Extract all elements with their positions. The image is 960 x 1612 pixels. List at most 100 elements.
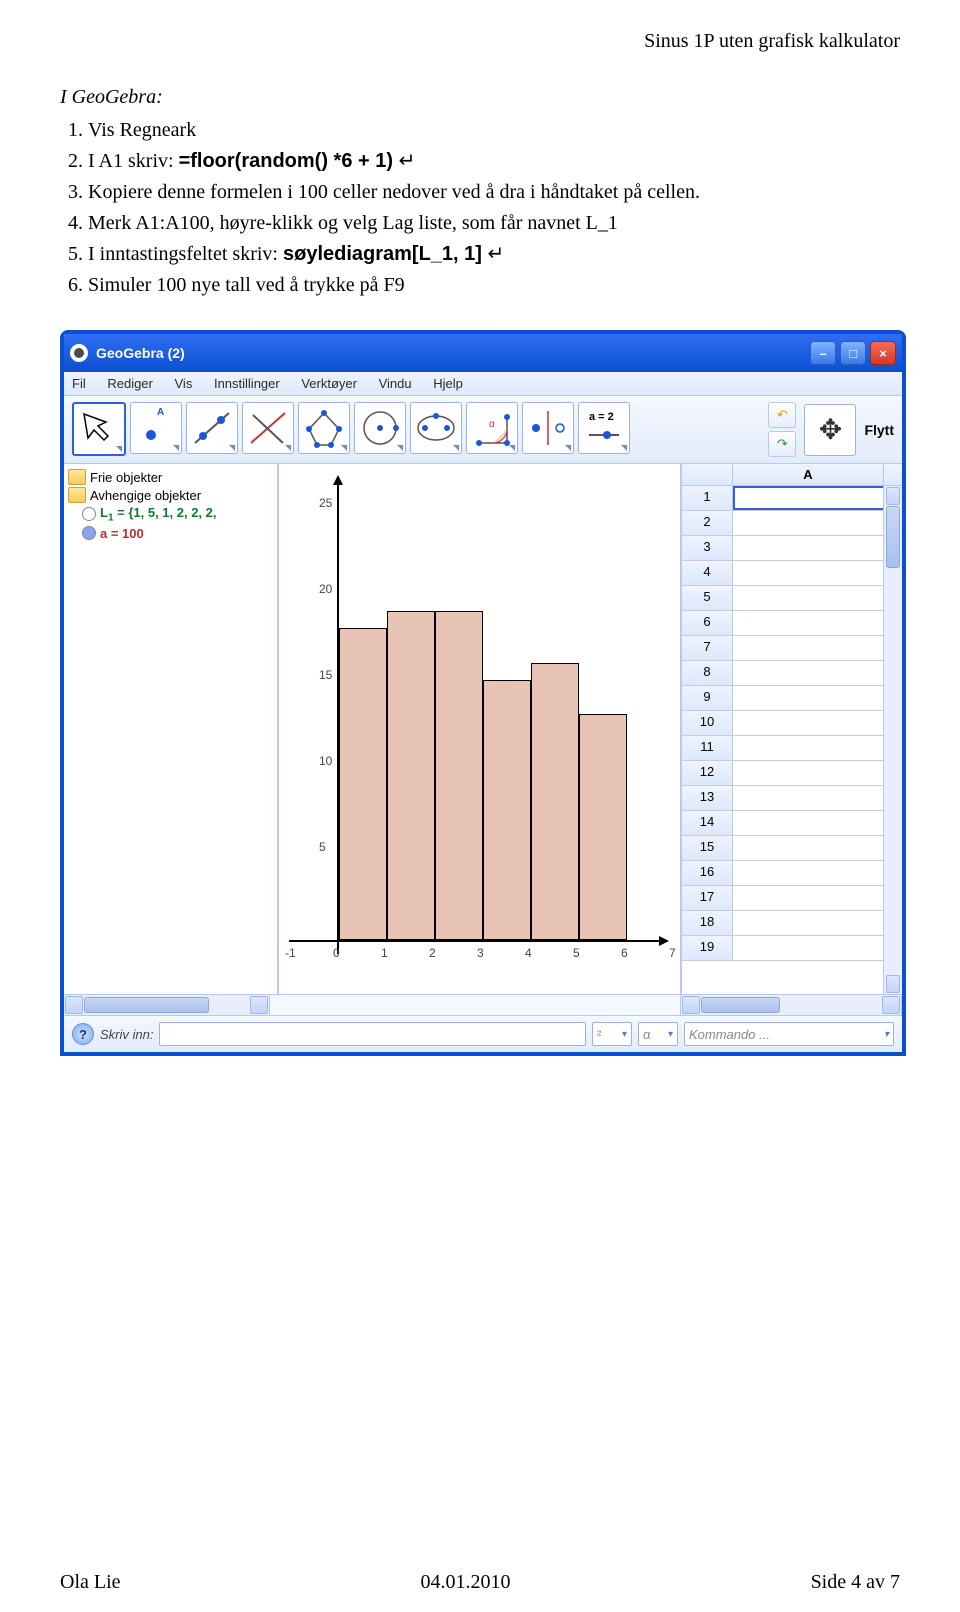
row-header[interactable]: 11 bbox=[682, 736, 733, 760]
row-header[interactable]: 2 bbox=[682, 511, 733, 535]
tool-conic[interactable] bbox=[410, 402, 462, 454]
cell-value[interactable]: 1 bbox=[733, 886, 902, 910]
maximize-button[interactable]: □ bbox=[840, 341, 866, 365]
row-header[interactable]: 13 bbox=[682, 786, 733, 810]
menu-vis[interactable]: Vis bbox=[175, 376, 193, 391]
cell-value[interactable]: 4 bbox=[733, 736, 902, 760]
cell-value[interactable]: 3 bbox=[733, 711, 902, 735]
row-header[interactable]: 3 bbox=[682, 536, 733, 560]
tool-reflect[interactable] bbox=[522, 402, 574, 454]
table-row[interactable]: 142 bbox=[682, 811, 902, 836]
scroll-thumb[interactable] bbox=[886, 506, 900, 568]
tool-move[interactable] bbox=[72, 402, 126, 456]
table-row[interactable]: 155 bbox=[682, 836, 902, 861]
table-row[interactable]: 195 bbox=[682, 936, 902, 961]
greek-dropdown[interactable]: α▾ bbox=[638, 1022, 678, 1046]
tool-angle[interactable]: α bbox=[466, 402, 518, 454]
cell-value[interactable]: 5 bbox=[733, 511, 902, 535]
ss-corner[interactable] bbox=[682, 464, 733, 485]
table-row[interactable]: 114 bbox=[682, 736, 902, 761]
cell-value[interactable]: 2 bbox=[733, 661, 902, 685]
tool-polygon[interactable] bbox=[298, 402, 350, 454]
table-row[interactable]: 91 bbox=[682, 686, 902, 711]
row-header[interactable]: 5 bbox=[682, 586, 733, 610]
menu-rediger[interactable]: Rediger bbox=[107, 376, 153, 391]
cell-value[interactable]: 1 bbox=[733, 486, 902, 510]
table-row[interactable]: 103 bbox=[682, 711, 902, 736]
row-header[interactable]: 1 bbox=[682, 486, 733, 510]
scroll-up-icon[interactable] bbox=[886, 487, 900, 505]
cell-value[interactable]: 5 bbox=[733, 836, 902, 860]
row-header[interactable]: 7 bbox=[682, 636, 733, 660]
table-row[interactable]: 75 bbox=[682, 636, 902, 661]
move-mode-icon[interactable]: ✥ bbox=[804, 404, 856, 456]
table-row[interactable]: 42 bbox=[682, 561, 902, 586]
vertical-scrollbar[interactable] bbox=[883, 486, 902, 994]
algebra-var-a[interactable]: a = 100 bbox=[100, 526, 144, 541]
table-row[interactable]: 11 bbox=[682, 486, 902, 511]
menu-verktoyer[interactable]: Verktøyer bbox=[301, 376, 357, 391]
scroll-right-icon[interactable] bbox=[250, 996, 268, 1014]
row-header[interactable]: 16 bbox=[682, 861, 733, 885]
table-row[interactable]: 62 bbox=[682, 611, 902, 636]
tool-slider[interactable]: a = 2 bbox=[578, 402, 630, 454]
table-row[interactable]: 31 bbox=[682, 536, 902, 561]
cell-value[interactable]: 1 bbox=[733, 536, 902, 560]
object-node-icon[interactable] bbox=[82, 507, 96, 521]
table-row[interactable]: 161 bbox=[682, 861, 902, 886]
row-header[interactable]: 6 bbox=[682, 611, 733, 635]
table-row[interactable]: 52 bbox=[682, 586, 902, 611]
ss-col-header-A[interactable]: A bbox=[733, 464, 884, 485]
algebra-list-L1[interactable]: L1 = {1, 5, 1, 2, 2, 2, bbox=[100, 505, 217, 524]
menu-hjelp[interactable]: Hjelp bbox=[433, 376, 463, 391]
tool-circle[interactable] bbox=[354, 402, 406, 454]
row-header[interactable]: 9 bbox=[682, 686, 733, 710]
symbol-dropdown[interactable]: ²▾ bbox=[592, 1022, 632, 1046]
row-header[interactable]: 15 bbox=[682, 836, 733, 860]
cell-value[interactable]: 2 bbox=[733, 611, 902, 635]
object-node-icon[interactable] bbox=[82, 526, 96, 540]
table-row[interactable]: 123 bbox=[682, 761, 902, 786]
row-header[interactable]: 12 bbox=[682, 761, 733, 785]
redo-button[interactable]: ↷ bbox=[768, 431, 796, 457]
row-header[interactable]: 4 bbox=[682, 561, 733, 585]
cell-value[interactable]: 5 bbox=[733, 936, 902, 960]
algebra-hscroll[interactable] bbox=[64, 995, 270, 1015]
table-row[interactable]: 25 bbox=[682, 511, 902, 536]
tool-perpendicular[interactable] bbox=[242, 402, 294, 454]
row-header[interactable]: 19 bbox=[682, 936, 733, 960]
spreadsheet-body[interactable]: 1125314252627582911031141231341421551611… bbox=[682, 486, 902, 994]
help-icon[interactable]: ? bbox=[72, 1023, 94, 1045]
cell-value[interactable]: 6 bbox=[733, 911, 902, 935]
algebra-free-objects[interactable]: Frie objekter bbox=[90, 470, 162, 485]
cell-value[interactable]: 5 bbox=[733, 636, 902, 660]
row-header[interactable]: 14 bbox=[682, 811, 733, 835]
table-row[interactable]: 82 bbox=[682, 661, 902, 686]
scroll-left-icon[interactable] bbox=[682, 996, 700, 1014]
cell-value[interactable]: 3 bbox=[733, 761, 902, 785]
scroll-down-icon[interactable] bbox=[886, 975, 900, 993]
minimize-button[interactable]: – bbox=[810, 341, 836, 365]
graphics-view[interactable]: 5 10 15 20 25 -1 0 1 2 3 4 5 6 7 a = 100 bbox=[279, 464, 680, 994]
table-row[interactable]: 186 bbox=[682, 911, 902, 936]
spreadsheet-hscroll[interactable] bbox=[681, 995, 902, 1015]
cell-value[interactable]: 2 bbox=[733, 811, 902, 835]
tool-point[interactable]: A bbox=[130, 402, 182, 454]
table-row[interactable]: 171 bbox=[682, 886, 902, 911]
tool-line[interactable] bbox=[186, 402, 238, 454]
algebra-dependent-objects[interactable]: Avhengige objekter bbox=[90, 488, 201, 503]
scroll-left-icon[interactable] bbox=[65, 996, 83, 1014]
menu-innstillinger[interactable]: Innstillinger bbox=[214, 376, 280, 391]
titlebar[interactable]: GeoGebra (2) – □ × bbox=[64, 334, 902, 372]
cell-value[interactable]: 2 bbox=[733, 561, 902, 585]
menu-vindu[interactable]: Vindu bbox=[379, 376, 412, 391]
cell-value[interactable]: 1 bbox=[733, 861, 902, 885]
scroll-right-icon[interactable] bbox=[882, 996, 900, 1014]
row-header[interactable]: 17 bbox=[682, 886, 733, 910]
close-button[interactable]: × bbox=[870, 341, 896, 365]
cell-value[interactable]: 2 bbox=[733, 586, 902, 610]
cell-value[interactable]: 4 bbox=[733, 786, 902, 810]
row-header[interactable]: 10 bbox=[682, 711, 733, 735]
cell-value[interactable]: 1 bbox=[733, 686, 902, 710]
undo-button[interactable]: ↶ bbox=[768, 402, 796, 428]
